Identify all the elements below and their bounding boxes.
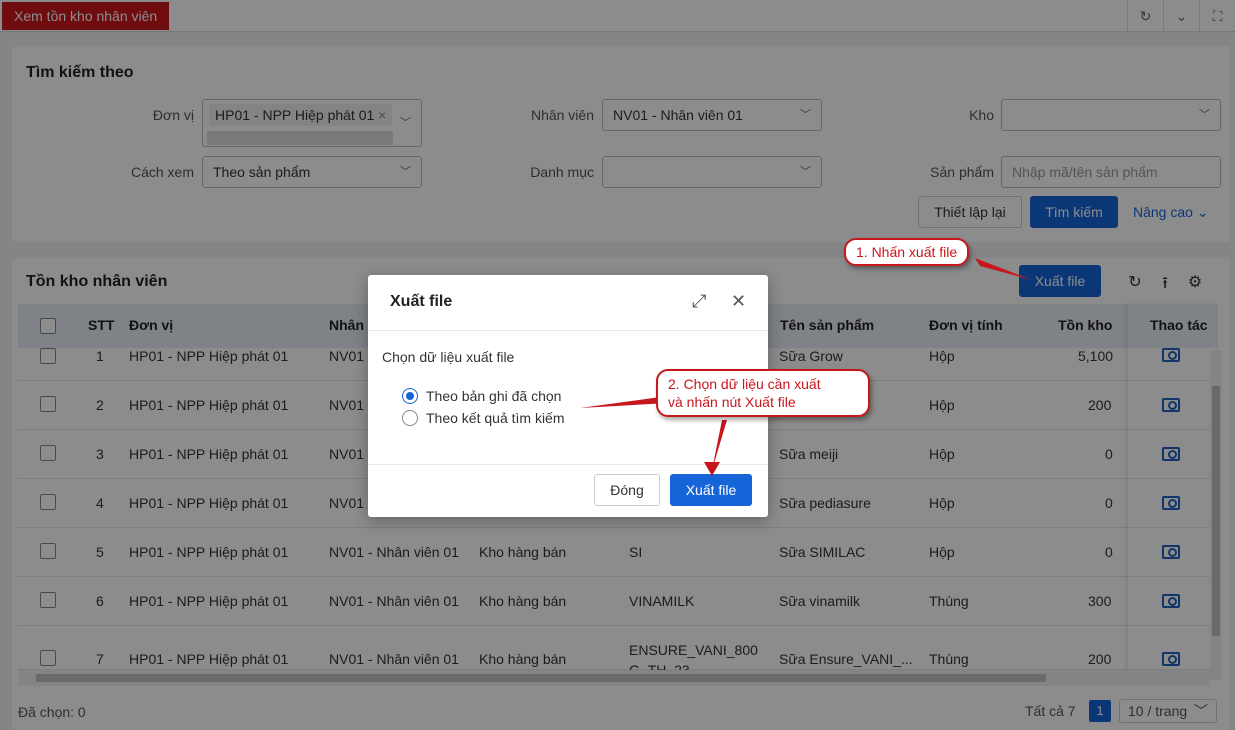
callout-step-2-line1: 2. Chọn dữ liệu cần xuất <box>668 376 821 392</box>
callout-step-2: 2. Chọn dữ liệu cần xuất và nhấn nút Xuấ… <box>656 369 870 417</box>
callout-step-2-line2: và nhấn nút Xuất file <box>668 394 796 410</box>
arrow-step-1 <box>975 258 1032 280</box>
annotation-arrows <box>580 258 1032 476</box>
page: Xem tồn kho nhân viên ↻ ⌄ ⛶ Tìm kiếm the… <box>0 0 1235 730</box>
arrow-step-2-head <box>704 462 720 476</box>
arrow-step-2-left <box>580 396 668 408</box>
callout-step-1: 1. Nhấn xuất file <box>844 238 970 266</box>
